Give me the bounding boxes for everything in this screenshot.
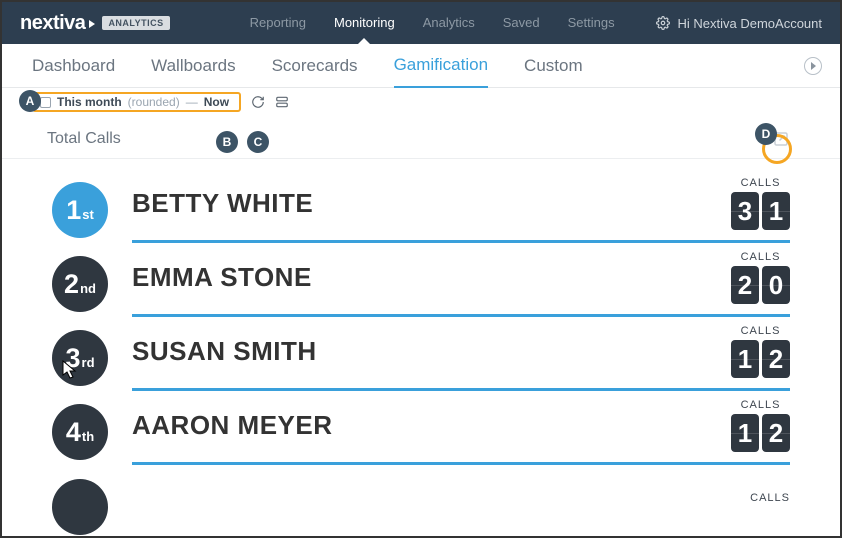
section-title: Total Calls — [47, 130, 121, 148]
leaderboard-body: BETTY WHITE CALLS 3 1 — [132, 177, 790, 243]
nav-analytics[interactable]: Analytics — [423, 2, 475, 44]
leaderboard-score: CALLS 1 2 — [731, 399, 790, 452]
rank-badge — [52, 479, 108, 535]
score-digits: 1 2 — [731, 414, 790, 452]
tab-scorecards[interactable]: Scorecards — [272, 45, 358, 87]
calendar-icon — [40, 97, 51, 108]
leaderboard-name: EMMA STONE — [132, 262, 312, 293]
popout-icon[interactable] — [772, 130, 790, 148]
section-header: Total Calls — [2, 116, 840, 159]
leaderboard-score: CALLS 1 2 — [731, 325, 790, 378]
leaderboard-body: AARON MEYER CALLS 1 2 — [132, 399, 790, 465]
leaderboard-score: CALLS 2 0 — [731, 251, 790, 304]
leaderboard-name: BETTY WHITE — [132, 188, 313, 219]
rank-badge: 2 nd — [52, 256, 108, 312]
rank-number: 1 — [66, 182, 81, 238]
date-start: This month — [57, 95, 122, 109]
nav-saved[interactable]: Saved — [503, 2, 540, 44]
tab-wallboards[interactable]: Wallboards — [151, 45, 235, 87]
leaderboard-name: SUSAN SMITH — [132, 336, 317, 367]
digit: 3 — [731, 192, 759, 230]
leaderboard-body: EMMA STONE CALLS 2 0 — [132, 251, 790, 317]
tab-gamification[interactable]: Gamification — [394, 44, 488, 88]
rank-suffix: nd — [80, 281, 96, 296]
rank-number: 3 — [65, 330, 80, 386]
refresh-icon[interactable] — [251, 95, 265, 109]
leaderboard-row: 1 st BETTY WHITE CALLS 3 1 — [52, 169, 790, 243]
rank-badge: 1 st — [52, 182, 108, 238]
digit: 1 — [762, 192, 790, 230]
account-menu[interactable]: Hi Nextiva DemoAccount — [656, 16, 823, 31]
play-button-icon[interactable] — [804, 57, 822, 75]
score-label: CALLS — [731, 251, 790, 263]
score-label: CALLS — [731, 177, 790, 189]
brand-badge: ANALYTICS — [102, 16, 169, 30]
tab-custom[interactable]: Custom — [524, 45, 583, 87]
leaderboard-row: 3 rd SUSAN SMITH CALLS 1 2 — [52, 317, 790, 391]
digit: 1 — [731, 414, 759, 452]
score-label: CALLS — [731, 399, 790, 411]
leaderboard-name: AARON MEYER — [132, 410, 333, 441]
brand: nextiva ANALYTICS — [20, 12, 170, 35]
tab-dashboard[interactable]: Dashboard — [32, 45, 115, 87]
score-label: CALLS — [750, 492, 790, 504]
leaderboard-body: CALLS — [132, 473, 790, 535]
top-navbar: nextiva ANALYTICS Reporting Monitoring A… — [2, 2, 840, 44]
score-digits: 3 1 — [731, 192, 790, 230]
rank-number: 2 — [64, 256, 79, 312]
digit: 2 — [762, 340, 790, 378]
date-end: Now — [204, 95, 229, 109]
score-digits: 2 0 — [731, 266, 790, 304]
digit: 2 — [731, 266, 759, 304]
nav-reporting[interactable]: Reporting — [250, 2, 306, 44]
leaderboard-score: CALLS 3 1 — [731, 177, 790, 230]
rank-number: 4 — [66, 404, 81, 460]
rank-badge: 4 th — [52, 404, 108, 460]
leaderboard: 1 st BETTY WHITE CALLS 3 1 2 nd EMMA STO… — [2, 159, 840, 535]
digit: 0 — [762, 266, 790, 304]
rank-suffix: rd — [82, 355, 95, 370]
primary-nav: Reporting Monitoring Analytics Saved Set… — [250, 2, 615, 44]
leaderboard-row: 2 nd EMMA STONE CALLS 2 0 — [52, 243, 790, 317]
gear-icon — [656, 16, 670, 30]
nav-monitoring-label: Monitoring — [334, 15, 395, 30]
digit: 1 — [731, 340, 759, 378]
rank-badge: 3 rd — [52, 330, 108, 386]
brand-caret-icon — [89, 20, 95, 28]
date-separator: — — [186, 95, 198, 109]
sub-nav: Dashboard Wallboards Scorecards Gamifica… — [2, 44, 840, 88]
leaderboard-score: CALLS — [750, 492, 790, 507]
score-digits: 1 2 — [731, 340, 790, 378]
leaderboard-body: SUSAN SMITH CALLS 1 2 — [132, 325, 790, 391]
brand-name: nextiva — [20, 12, 85, 35]
leaderboard-row: CALLS — [52, 465, 790, 535]
nav-settings[interactable]: Settings — [568, 2, 615, 44]
leaderboard-row: 4 th AARON MEYER CALLS 1 2 — [52, 391, 790, 465]
toolbar: This month (rounded) — Now — [2, 88, 840, 116]
score-label: CALLS — [731, 325, 790, 337]
date-start-qualifier: (rounded) — [128, 95, 180, 109]
date-range-picker[interactable]: This month (rounded) — Now — [32, 92, 241, 112]
account-greeting: Hi Nextiva DemoAccount — [678, 16, 823, 31]
layout-icon[interactable] — [275, 95, 289, 109]
digit: 2 — [762, 414, 790, 452]
nav-monitoring[interactable]: Monitoring — [334, 2, 395, 44]
rank-suffix: th — [82, 429, 94, 444]
rank-suffix: st — [82, 207, 94, 222]
brand-logo: nextiva — [20, 12, 96, 35]
